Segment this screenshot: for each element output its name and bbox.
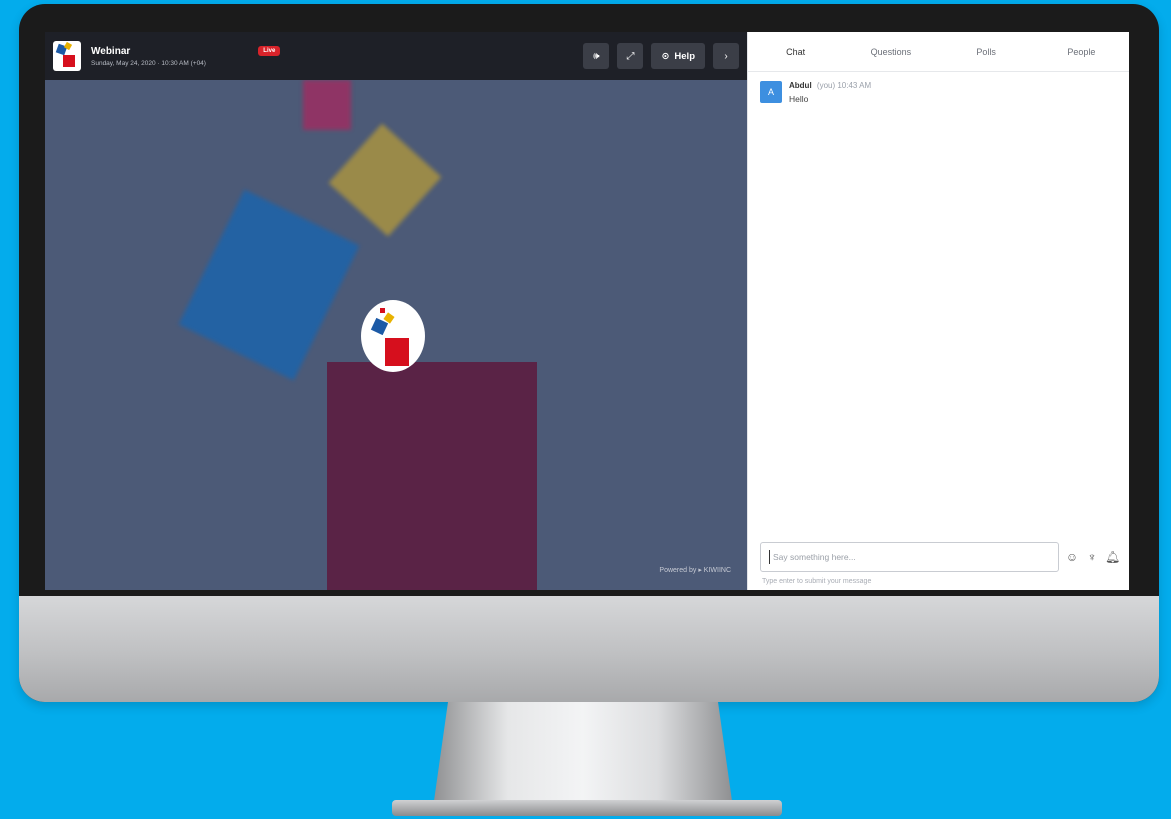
volume-icon: 🕪 [593, 50, 600, 62]
powered-by: Powered by ▸ KIWIINC [659, 567, 731, 574]
composer-hint: Type enter to submit your message [762, 578, 872, 585]
tab-chat[interactable]: Chat [748, 32, 843, 71]
webinar-logo [53, 41, 81, 71]
tab-people[interactable]: People [1034, 32, 1129, 71]
webinar-topbar: Webinar Live Sunday, May 24, 2020 · 10:3… [45, 32, 747, 80]
expand-icon: ⤢ [626, 50, 635, 62]
help-button[interactable]: ⊙ Help [651, 43, 705, 69]
chat-message: A Abdul (you) 10:43 AM Hello [748, 72, 1129, 113]
chevron-right-icon: › [724, 50, 728, 62]
panel-tabs: Chat Questions Polls People [748, 32, 1129, 72]
monitor: Webinar Live Sunday, May 24, 2020 · 10:3… [19, 4, 1159, 702]
chat-panel: Chat Questions Polls People A Abdul (you… [747, 32, 1129, 590]
collapse-panel-button[interactable]: › [713, 43, 739, 69]
chat-composer: Say something here... ☺ ♆ 🔔︎ [760, 542, 1120, 572]
help-label: Help [674, 50, 695, 62]
bg-shape-yellow [328, 123, 442, 237]
center-logo [361, 300, 425, 372]
bg-shape-blue [178, 189, 360, 381]
tab-polls[interactable]: Polls [939, 32, 1034, 71]
chat-input[interactable]: Say something here... [760, 542, 1059, 572]
webinar-datetime: Sunday, May 24, 2020 · 10:30 AM (+04) [91, 59, 206, 67]
bell-icon[interactable]: 🔔︎ [1105, 550, 1120, 564]
volume-button[interactable]: 🕪 [583, 43, 610, 69]
live-badge: Live [258, 46, 281, 56]
desktop-scene: Webinar Live Sunday, May 24, 2020 · 10:3… [0, 0, 1171, 819]
message-meta: (you) 10:43 AM [816, 81, 872, 90]
message-text: Hello [789, 94, 809, 104]
bg-shape-magenta [303, 80, 351, 130]
webinar-title: Webinar [91, 45, 131, 57]
gif-icon[interactable]: ♆ [1085, 550, 1099, 564]
avatar: A [760, 81, 782, 103]
message-author: Abdul [789, 81, 812, 90]
video-stage: Webinar Live Sunday, May 24, 2020 · 10:3… [45, 32, 747, 590]
chat-input-placeholder: Say something here... [773, 552, 856, 562]
bg-shape-maroon [327, 362, 537, 590]
webinar-info: Webinar Live Sunday, May 24, 2020 · 10:3… [91, 45, 281, 67]
monitor-base [392, 800, 782, 816]
monitor-chin [19, 596, 1159, 702]
tab-questions[interactable]: Questions [843, 32, 938, 71]
screen: Webinar Live Sunday, May 24, 2020 · 10:3… [45, 32, 1129, 590]
help-icon: ⊙ [661, 50, 670, 62]
fullscreen-button[interactable]: ⤢ [617, 43, 644, 69]
monitor-stand [433, 702, 733, 808]
emoji-icon[interactable]: ☺ [1065, 550, 1079, 564]
